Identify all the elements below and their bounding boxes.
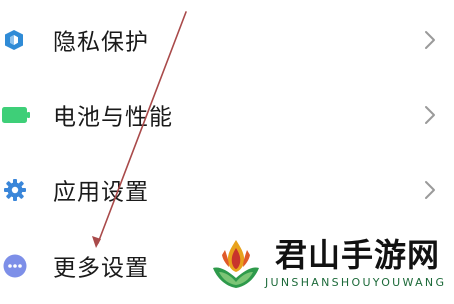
watermark-title: 君山手游网: [275, 236, 441, 274]
watermark-subtitle: JUNSHANSHOUYOUWANG: [265, 276, 447, 289]
chevron-right-icon: [425, 31, 435, 49]
settings-item-privacy[interactable]: 隐私保护: [0, 2, 454, 78]
chevron-right-icon: [425, 106, 435, 124]
privacy-shield-icon: [5, 30, 23, 50]
settings-item-label: 更多设置: [53, 255, 149, 282]
gear-icon: [4, 179, 26, 201]
settings-item-label: 隐私保护: [53, 29, 149, 56]
settings-item-app-settings[interactable]: 应用设置: [0, 152, 454, 228]
settings-item-label: 电池与性能: [53, 104, 173, 131]
chevron-right-icon: [425, 181, 435, 199]
settings-item-label: 应用设置: [53, 179, 149, 206]
watermark: 君山手游网 JUNSHANSHOUYOUWANG: [207, 234, 451, 294]
settings-item-battery[interactable]: 电池与性能: [0, 77, 454, 153]
more-dots-icon: [3, 254, 27, 278]
battery-icon: [2, 107, 30, 123]
junshan-logo-icon: [213, 240, 259, 288]
